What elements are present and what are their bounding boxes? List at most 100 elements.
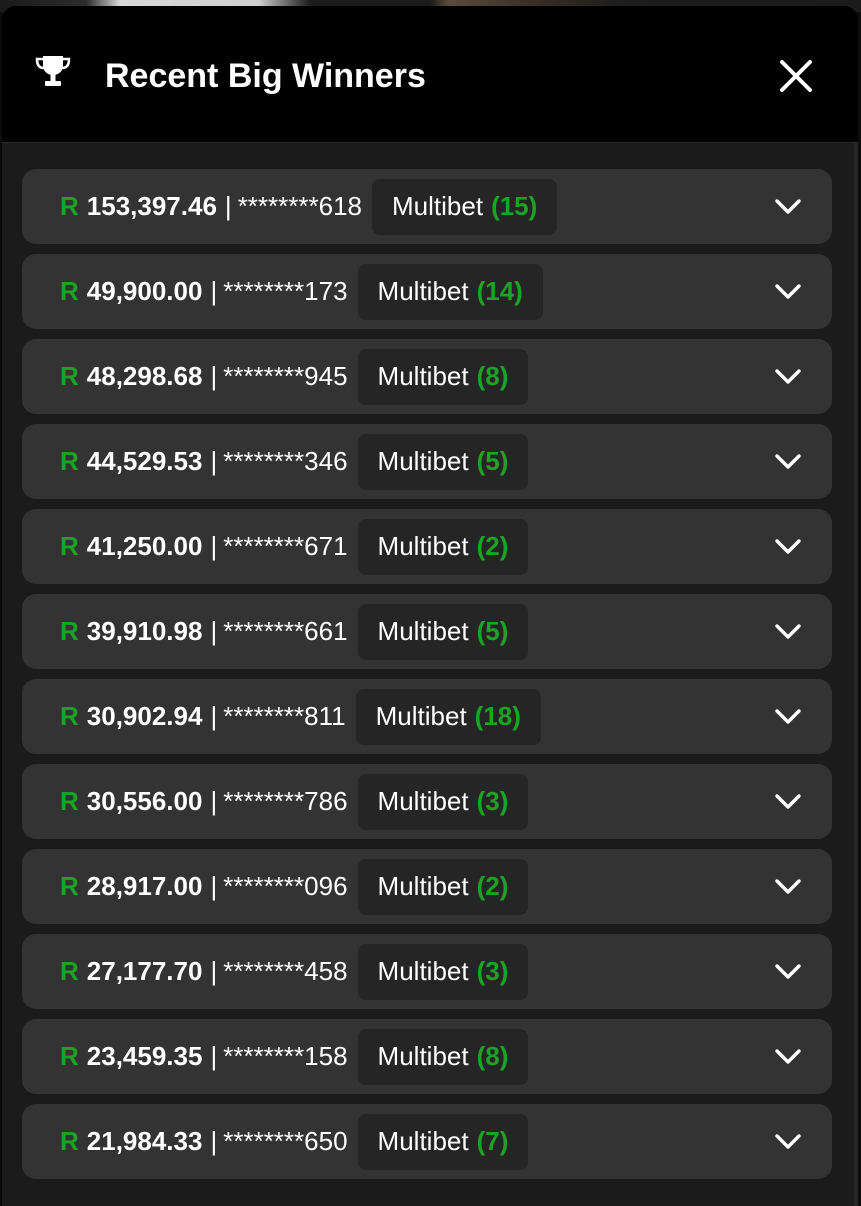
masked-user-id: ********458: [223, 956, 348, 986]
close-icon[interactable]: [778, 58, 814, 94]
chevron-down-icon[interactable]: [774, 1043, 802, 1071]
chevron-down-icon[interactable]: [774, 703, 802, 731]
win-amount: 30,902.94: [86, 701, 203, 731]
chevron-down-icon[interactable]: [774, 788, 802, 816]
currency-symbol: R: [60, 616, 79, 646]
bet-type-badge: Multibet (2): [357, 518, 529, 575]
win-amount: 39,910.98: [86, 616, 203, 646]
selection-count: (7): [476, 1126, 509, 1156]
selection-count: (15): [491, 191, 538, 221]
win-amount: 28,917.00: [86, 871, 203, 901]
bet-type-label: Multibet: [377, 616, 469, 646]
chevron-down-icon[interactable]: [774, 448, 802, 476]
win-amount: 30,556.00: [86, 786, 203, 816]
masked-user-id: ********945: [223, 361, 348, 391]
currency-symbol: R: [60, 956, 79, 986]
masked-user-id: ********618: [237, 191, 363, 221]
chevron-down-icon[interactable]: [774, 193, 802, 221]
win-amount: 21,984.33: [86, 1126, 203, 1156]
masked-user-id: ********346: [223, 446, 348, 476]
win-amount: 153,397.46: [86, 191, 217, 221]
winner-row[interactable]: R 49,900.00 | ********173 Multibet (14): [22, 254, 832, 329]
winner-row[interactable]: R 27,177.70 | ********458 Multibet (3): [22, 934, 832, 1009]
chevron-down-icon[interactable]: [774, 1128, 802, 1156]
bet-type-badge: Multibet (18): [355, 688, 541, 745]
bet-type-label: Multibet: [377, 446, 469, 476]
currency-symbol: R: [60, 276, 79, 306]
bet-type-label: Multibet: [377, 786, 469, 816]
bet-type-label: Multibet: [377, 531, 469, 561]
bet-type-badge: Multibet (15): [372, 178, 558, 235]
separator: |: [210, 701, 218, 731]
separator: |: [224, 191, 232, 221]
masked-user-id: ********811: [223, 701, 346, 731]
winner-row[interactable]: R 28,917.00 | ********096 Multibet (2): [22, 849, 832, 924]
masked-user-id: ********096: [223, 871, 348, 901]
selection-count: (8): [476, 361, 509, 391]
chevron-down-icon[interactable]: [774, 618, 802, 646]
separator: |: [210, 276, 218, 306]
bet-type-badge: Multibet (3): [357, 773, 529, 830]
separator: |: [210, 616, 218, 646]
bet-type-label: Multibet: [375, 701, 467, 731]
win-amount: 44,529.53: [86, 446, 203, 476]
modal-header: Recent Big Winners: [2, 6, 858, 142]
bet-type-label: Multibet: [377, 871, 469, 901]
selection-count: (2): [476, 871, 509, 901]
currency-symbol: R: [60, 701, 79, 731]
bet-type-label: Multibet: [377, 1041, 469, 1071]
bet-type-badge: Multibet (8): [357, 1028, 529, 1085]
chevron-down-icon[interactable]: [774, 873, 802, 901]
winners-list[interactable]: R 153,397.46 | ********618 Multibet (15) R 49,9…: [2, 142, 858, 1206]
masked-user-id: ********158: [223, 1041, 348, 1071]
currency-symbol: R: [60, 871, 79, 901]
separator: |: [210, 786, 218, 816]
selection-count: (3): [476, 956, 509, 986]
separator: |: [210, 871, 218, 901]
winner-row[interactable]: R 30,902.94 | ********811 Multibet (18): [22, 679, 832, 754]
bet-type-badge: Multibet (5): [357, 603, 529, 660]
bet-type-label: Multibet: [392, 191, 484, 221]
selection-count: (2): [476, 531, 509, 561]
chevron-down-icon[interactable]: [774, 363, 802, 391]
bet-type-badge: Multibet (8): [357, 348, 529, 405]
separator: |: [210, 1126, 218, 1156]
separator: |: [210, 956, 218, 986]
masked-user-id: ********650: [223, 1126, 348, 1156]
scrollbar[interactable]: [854, 143, 858, 1206]
currency-symbol: R: [60, 1126, 79, 1156]
bet-type-badge: Multibet (7): [357, 1113, 529, 1170]
bet-type-label: Multibet: [377, 276, 469, 306]
selection-count: (5): [476, 616, 509, 646]
chevron-down-icon[interactable]: [774, 533, 802, 561]
separator: |: [210, 446, 218, 476]
big-winners-modal: Recent Big Winners R 153,397.46 | ********6…: [2, 6, 858, 1206]
win-amount: 48,298.68: [86, 361, 203, 391]
chevron-down-icon[interactable]: [774, 958, 802, 986]
selection-count: (3): [476, 786, 509, 816]
winner-row[interactable]: R 21,984.33 | ********650 Multibet (7): [22, 1104, 832, 1179]
currency-symbol: R: [60, 531, 79, 561]
winner-row[interactable]: R 48,298.68 | ********945 Multibet (8): [22, 339, 832, 414]
bet-type-badge: Multibet (3): [357, 943, 529, 1000]
bet-type-badge: Multibet (5): [357, 433, 529, 490]
currency-symbol: R: [60, 361, 79, 391]
selection-count: (5): [476, 446, 509, 476]
trophy-icon: [35, 56, 71, 86]
masked-user-id: ********786: [223, 786, 348, 816]
win-amount: 23,459.35: [86, 1041, 203, 1071]
win-amount: 27,177.70: [86, 956, 203, 986]
bet-type-label: Multibet: [377, 1126, 469, 1156]
masked-user-id: ********173: [223, 276, 348, 306]
winner-row[interactable]: R 153,397.46 | ********618 Multibet (15): [22, 169, 832, 244]
selection-count: (18): [474, 701, 521, 731]
separator: |: [210, 1041, 218, 1071]
winner-row[interactable]: R 44,529.53 | ********346 Multibet (5): [22, 424, 832, 499]
winner-row[interactable]: R 39,910.98 | ********661 Multibet (5): [22, 594, 832, 669]
separator: |: [210, 531, 218, 561]
chevron-down-icon[interactable]: [774, 278, 802, 306]
winner-row[interactable]: R 30,556.00 | ********786 Multibet (3): [22, 764, 832, 839]
win-amount: 41,250.00: [86, 531, 203, 561]
winner-row[interactable]: R 23,459.35 | ********158 Multibet (8): [22, 1019, 832, 1094]
winner-row[interactable]: R 41,250.00 | ********671 Multibet (2): [22, 509, 832, 584]
